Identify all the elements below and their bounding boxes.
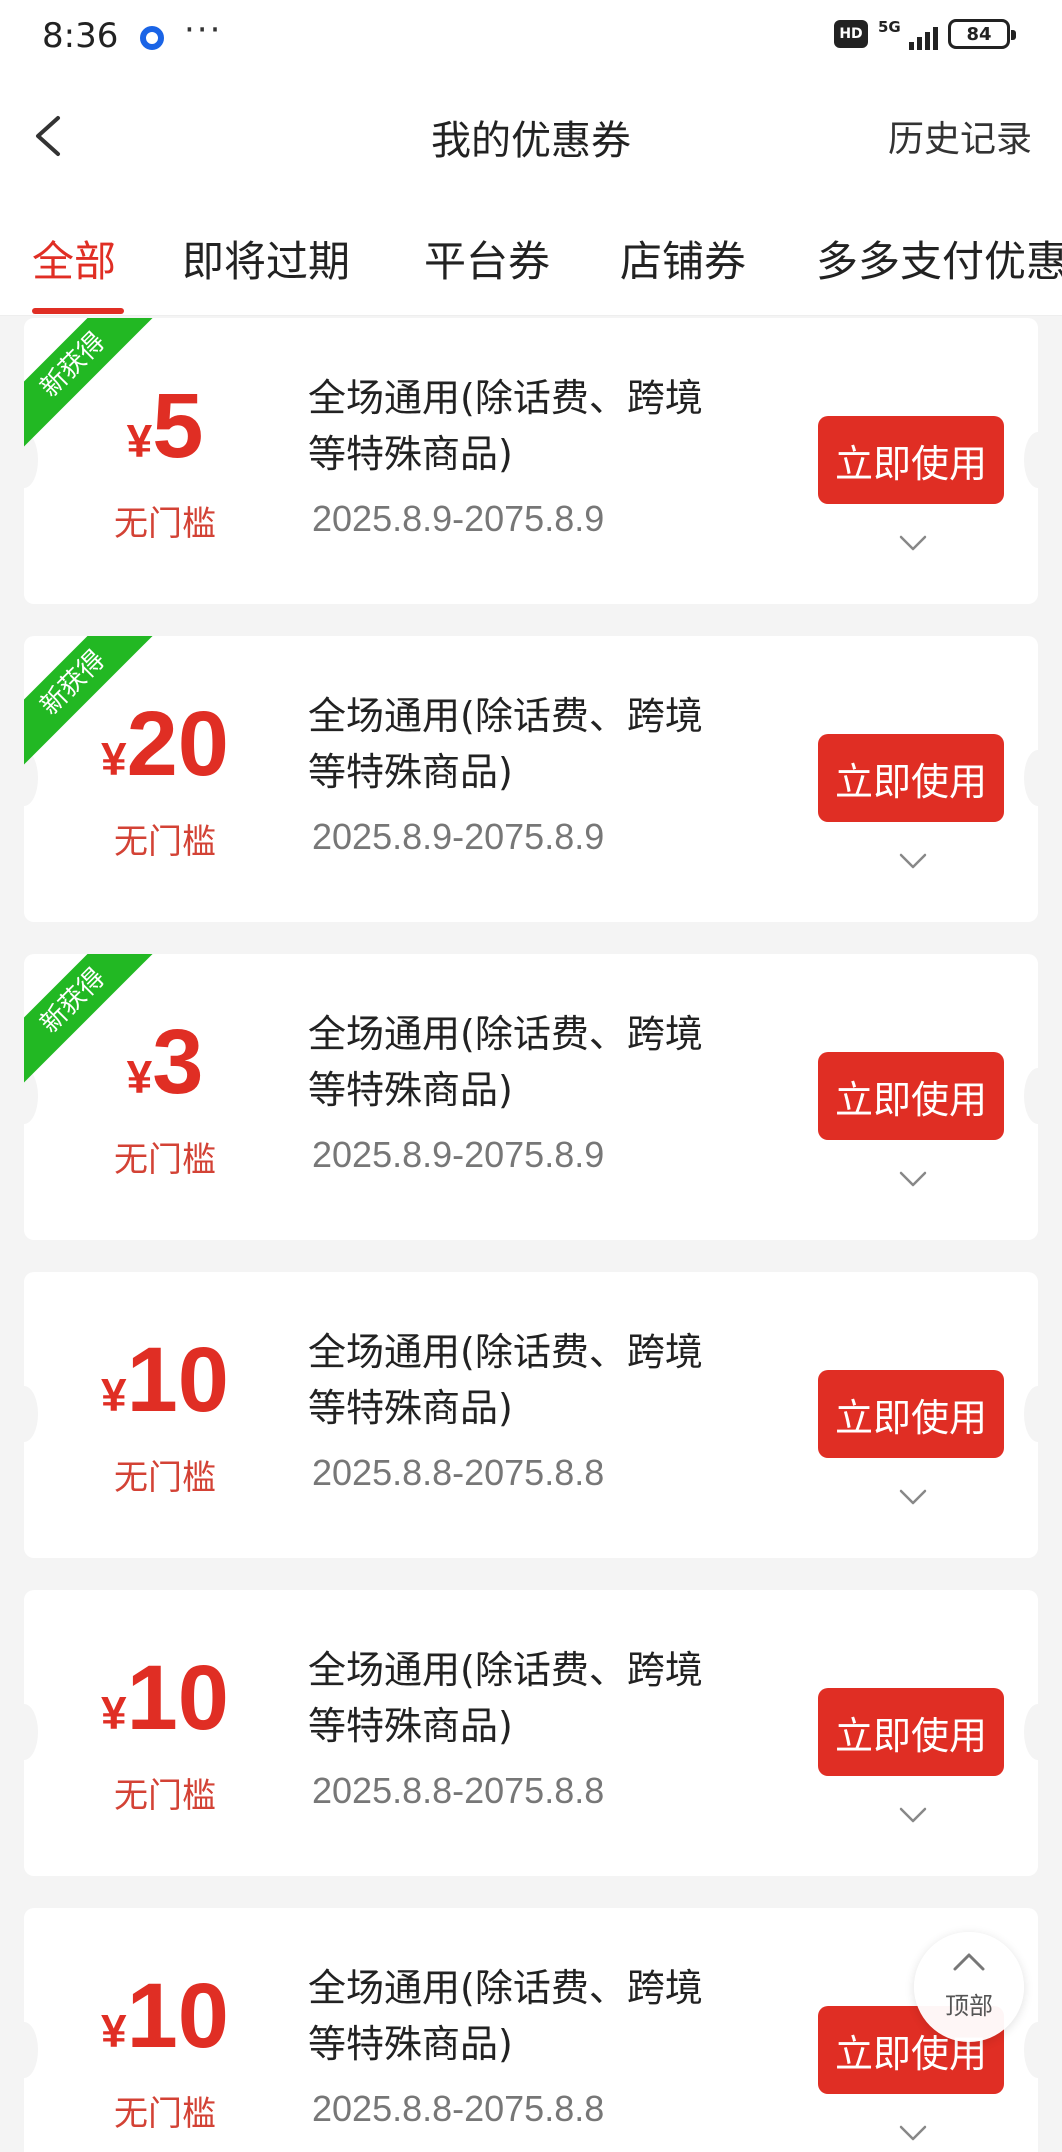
coupon-threshold: 无门槛 (114, 1140, 216, 1180)
tab-platform[interactable]: 平台券 (424, 228, 550, 289)
nav-bar: 我的优惠券 历史记录 (0, 72, 1062, 200)
tab-duoduo-pay[interactable]: 多多支付优惠 (816, 228, 1062, 289)
coupon-amount: 10 (126, 1329, 229, 1431)
currency-symbol: ¥ (101, 733, 127, 785)
coupon-title: 全场通用(除话费、跨境等特殊商品) (308, 694, 703, 794)
ticket-notch (1024, 432, 1038, 488)
coupon-value: ¥10 (24, 1332, 306, 1428)
coupon-validity: 2025.8.8-2075.8.8 (312, 1770, 605, 1811)
network-type: 5G (878, 18, 901, 36)
signal-icon: 5G (878, 18, 938, 50)
coupon-card[interactable]: 新获得 ¥3 无门槛 全场通用(除话费、跨境等特殊商品) 2025.8.9-2075.8… (24, 954, 1038, 1240)
back-to-top-button[interactable]: 顶部 (914, 1932, 1024, 2042)
ticket-notch (1024, 750, 1038, 806)
currency-symbol: ¥ (101, 2005, 127, 2057)
back-to-top-label: 顶部 (945, 1992, 993, 2020)
status-more-icon: ··· (184, 10, 223, 50)
ticket-notch (1024, 1068, 1038, 1124)
history-link[interactable]: 历史记录 (888, 110, 1032, 162)
coupon-validity: 2025.8.8-2075.8.8 (312, 1452, 605, 1493)
currency-symbol: ¥ (126, 415, 153, 467)
notification-dot-icon (140, 26, 164, 50)
coupon-card[interactable]: ¥10 无门槛 全场通用(除话费、跨境等特殊商品) 2025.8.8-2075.8.8… (24, 1908, 1038, 2152)
coupon-amount: 10 (126, 1965, 229, 2067)
tab-store[interactable]: 店铺券 (620, 228, 746, 289)
coupon-validity: 2025.8.9-2075.8.9 (312, 816, 605, 857)
chevron-up-icon (953, 1953, 985, 1971)
ticket-notch (1024, 2022, 1038, 2078)
coupon-amount: 10 (126, 1647, 229, 1749)
coupon-amount: 20 (126, 693, 229, 795)
battery-icon: 84 (948, 19, 1016, 49)
coupon-value: ¥10 (24, 1968, 306, 2064)
coupon-card[interactable]: ¥10 无门槛 全场通用(除话费、跨境等特殊商品) 2025.8.8-2075.8.8… (24, 1590, 1038, 1876)
coupon-validity: 2025.8.9-2075.8.9 (312, 1134, 605, 1175)
coupon-card[interactable]: 新获得 ¥5 无门槛 全场通用(除话费、跨境等特殊商品) 2025.8.9-2075.8… (24, 318, 1038, 604)
coupon-threshold: 无门槛 (114, 2094, 216, 2134)
coupon-amount: 5 (152, 375, 204, 477)
coupon-tabs: 全部 即将过期 平台券 店铺券 多多支付优惠 (0, 200, 1062, 316)
status-indicators: HD 5G 84 (834, 18, 1016, 50)
coupon-title: 全场通用(除话费、跨境等特殊商品) (308, 1648, 703, 1748)
coupon-threshold: 无门槛 (114, 1458, 216, 1498)
coupon-value: ¥3 (24, 1014, 306, 1110)
coupon-title: 全场通用(除话费、跨境等特殊商品) (308, 376, 703, 476)
coupon-threshold: 无门槛 (114, 1776, 216, 1816)
use-now-button[interactable]: 立即使用 (818, 734, 1004, 822)
coupon-title: 全场通用(除话费、跨境等特殊商品) (308, 1012, 703, 1112)
hd-icon: HD (834, 20, 868, 48)
status-bar: 8:36 ··· HD 5G 84 (0, 0, 1062, 72)
coupon-value: ¥20 (24, 696, 306, 792)
coupon-validity: 2025.8.9-2075.8.9 (312, 498, 605, 539)
chevron-down-icon[interactable] (898, 1800, 928, 1830)
coupon-card[interactable]: ¥10 无门槛 全场通用(除话费、跨境等特殊商品) 2025.8.8-2075.8.8… (24, 1272, 1038, 1558)
coupon-title: 全场通用(除话费、跨境等特殊商品) (308, 1330, 703, 1430)
tab-all[interactable]: 全部 (32, 228, 116, 289)
currency-symbol: ¥ (126, 1051, 153, 1103)
chevron-down-icon[interactable] (898, 846, 928, 876)
coupon-amount: 3 (152, 1011, 204, 1113)
coupon-card[interactable]: 新获得 ¥20 无门槛 全场通用(除话费、跨境等特殊商品) 2025.8.9-2075.… (24, 636, 1038, 922)
active-tab-indicator (32, 308, 124, 314)
currency-symbol: ¥ (101, 1369, 127, 1421)
ticket-notch (1024, 1386, 1038, 1442)
chevron-down-icon[interactable] (898, 1482, 928, 1512)
coupon-validity: 2025.8.8-2075.8.8 (312, 2088, 605, 2129)
coupon-value: ¥5 (24, 378, 306, 474)
coupon-threshold: 无门槛 (114, 822, 216, 862)
ticket-notch (1024, 1704, 1038, 1760)
coupon-value: ¥10 (24, 1650, 306, 1746)
use-now-button[interactable]: 立即使用 (818, 1688, 1004, 1776)
tab-expiring[interactable]: 即将过期 (182, 228, 350, 289)
use-now-button[interactable]: 立即使用 (818, 1052, 1004, 1140)
chevron-down-icon[interactable] (898, 528, 928, 558)
currency-symbol: ¥ (101, 1687, 127, 1739)
chevron-down-icon[interactable] (898, 1164, 928, 1194)
chevron-down-icon[interactable] (898, 2118, 928, 2148)
coupon-title: 全场通用(除话费、跨境等特殊商品) (308, 1966, 703, 2066)
use-now-button[interactable]: 立即使用 (818, 1370, 1004, 1458)
coupon-threshold: 无门槛 (114, 504, 216, 544)
use-now-button[interactable]: 立即使用 (818, 416, 1004, 504)
status-time: 8:36 (42, 16, 119, 56)
